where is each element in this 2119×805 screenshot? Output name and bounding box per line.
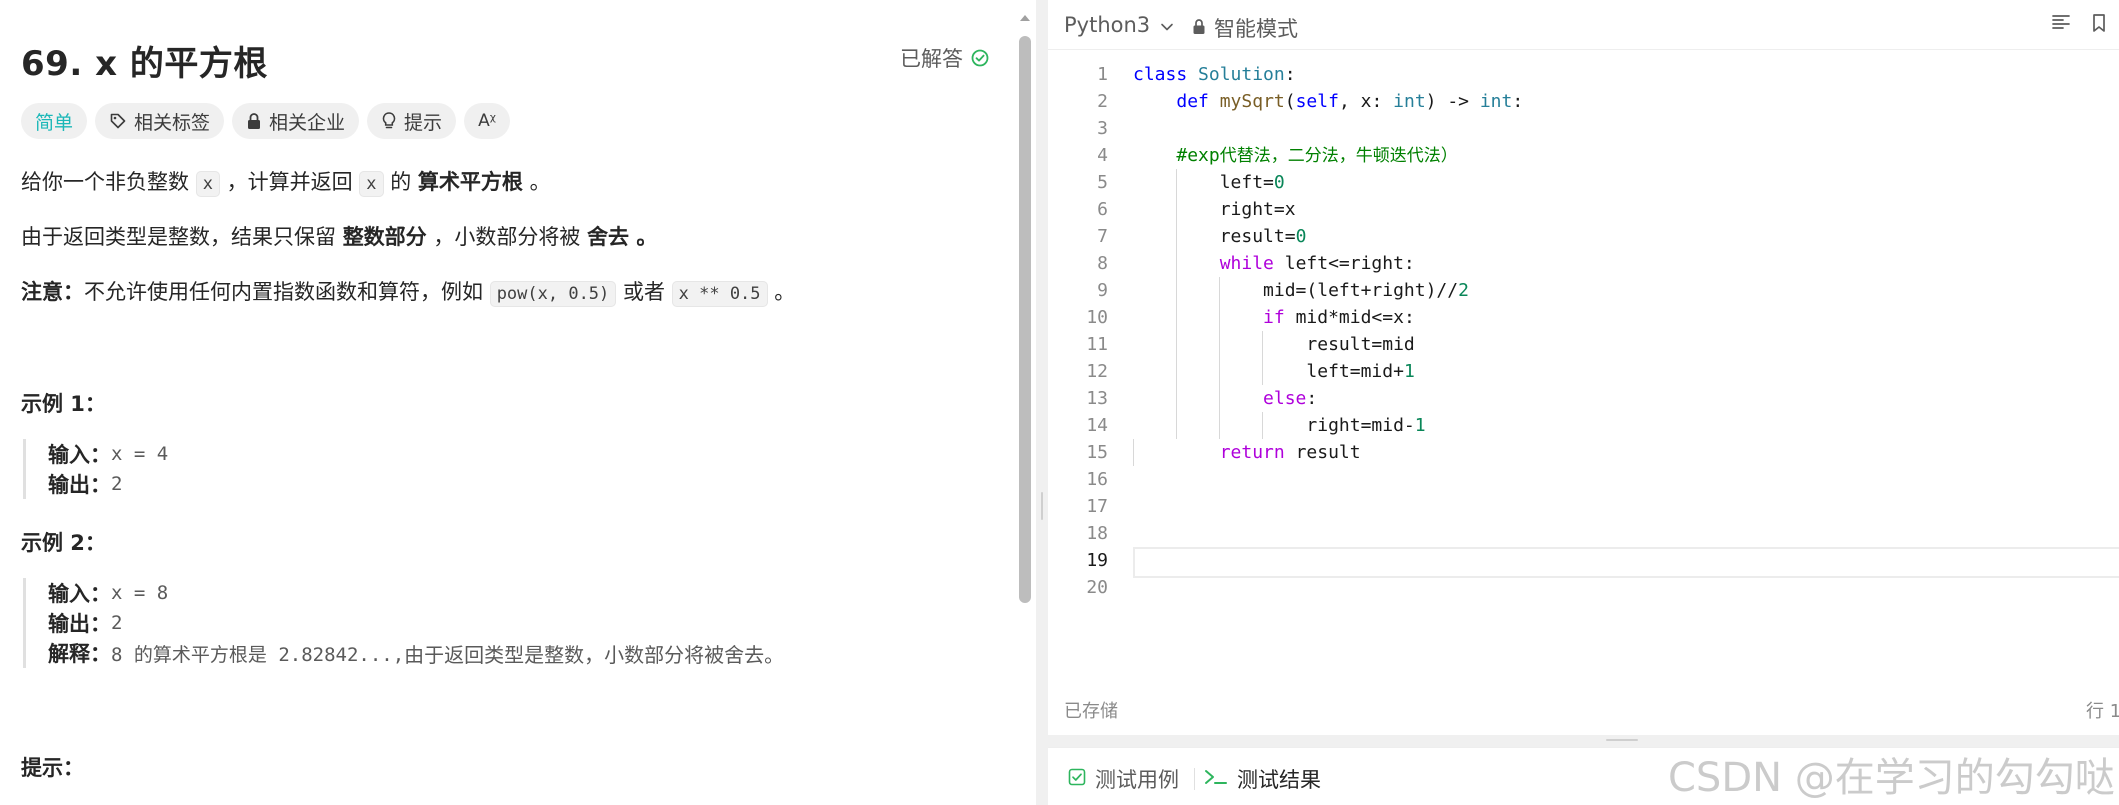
horizontal-splitter-grip[interactable] bbox=[1606, 739, 1638, 741]
editor-toolbar: Python3 智能模式 bbox=[1048, 0, 2119, 50]
related-companies-label: 相关企业 bbox=[269, 111, 346, 134]
description-line-1: 给你一个非负整数 x ，计算并返回 x 的 算术平方根 。 bbox=[21, 166, 551, 197]
hint-button[interactable]: 提示 bbox=[367, 103, 457, 139]
difficulty-label: 简单 bbox=[35, 111, 74, 134]
example-2-input: 输入： x = 8 bbox=[48, 582, 169, 606]
code-line[interactable]: 4 #exp代替法，二分法，牛顿迭代法） bbox=[1048, 142, 2119, 169]
desc1-text-b: ，计算并返回 bbox=[219, 170, 360, 194]
bookmark-icon[interactable] bbox=[2091, 13, 2107, 37]
translate-icon: Aᵡ bbox=[478, 111, 496, 131]
code-line[interactable]: 14 right=mid-1 bbox=[1048, 412, 2119, 439]
note-code-power: x ** 0.5 bbox=[671, 281, 768, 307]
code-line[interactable]: 20 bbox=[1048, 574, 2119, 601]
checkbox-icon bbox=[1068, 767, 1086, 791]
note-text-b: 或者 bbox=[616, 280, 672, 304]
example-1-heading: 示例 1： bbox=[21, 392, 106, 416]
scroll-up-arrow-icon[interactable] bbox=[1018, 10, 1032, 24]
desc2-bold-2: 舍去 。 bbox=[587, 225, 658, 249]
example-1-input: 输入： x = 4 bbox=[48, 443, 169, 467]
language-label: Python3 bbox=[1064, 13, 1151, 37]
panel-splitter[interactable] bbox=[1036, 0, 1048, 805]
desc1-text-d: 。 bbox=[522, 170, 551, 194]
problem-panel: 69. x 的平方根 已解答 简单 相关标签 相关企业 提示 Aᵡ 给你一个非负… bbox=[0, 0, 1022, 805]
code-line-current[interactable]: 19 bbox=[1048, 547, 2119, 578]
code-line[interactable]: 5 left=0 bbox=[1048, 169, 2119, 196]
desc1-bold: 算术平方根 bbox=[417, 170, 523, 194]
toolbar-actions bbox=[2051, 13, 2107, 37]
code-line[interactable]: 12 left=mid+1 bbox=[1048, 358, 2119, 385]
tag-bar: 简单 相关标签 相关企业 提示 Aᵡ bbox=[21, 103, 510, 139]
left-panel-scrollbar[interactable] bbox=[1019, 36, 1031, 603]
code-line[interactable]: 16 bbox=[1048, 466, 2119, 493]
code-line[interactable]: 6 right=x bbox=[1048, 196, 2119, 223]
example-1-block: 输入： x = 4 输出： 2 bbox=[23, 439, 168, 499]
code-line[interactable]: 8 while left<=right: bbox=[1048, 250, 2119, 277]
cursor-position: 行 1 bbox=[2086, 701, 2119, 722]
language-selector[interactable]: Python3 bbox=[1064, 13, 1174, 37]
example-1-output: 输出： 2 bbox=[48, 473, 123, 497]
watermark: CSDN @在学习的勾勾哒 bbox=[1668, 755, 2115, 801]
hints-heading: 提示： bbox=[21, 756, 84, 780]
check-circle-icon bbox=[971, 49, 989, 67]
save-status: 已存储 bbox=[1064, 701, 1118, 722]
desc2-bold-1: 整数部分 bbox=[342, 225, 427, 249]
desc1-text-c: 的 bbox=[383, 170, 418, 194]
code-line[interactable]: 1 class Solution: bbox=[1048, 61, 2119, 88]
lock-icon bbox=[1192, 16, 1206, 40]
format-lines-icon[interactable] bbox=[2051, 13, 2071, 37]
example-2-heading: 示例 2： bbox=[21, 531, 106, 555]
related-companies-button[interactable]: 相关企业 bbox=[232, 103, 360, 139]
tab-test-result[interactable]: 测试结果 bbox=[1204, 764, 1321, 794]
code-line[interactable]: 18 bbox=[1048, 520, 2119, 547]
code-line[interactable]: 17 bbox=[1048, 493, 2119, 520]
code-line[interactable]: 13 else: bbox=[1048, 385, 2119, 412]
smart-mode-toggle[interactable]: 智能模式 bbox=[1192, 13, 1298, 43]
code-line[interactable]: 7 result=0 bbox=[1048, 223, 2119, 250]
tab-separator bbox=[1194, 768, 1195, 790]
hint-label: 提示 bbox=[404, 111, 443, 134]
lock-icon bbox=[246, 112, 262, 130]
smart-mode-label: 智能模式 bbox=[1214, 17, 1298, 41]
desc1-text-a: 给你一个非负整数 bbox=[21, 170, 196, 194]
note-text-c: 。 bbox=[767, 280, 796, 304]
related-tags-label: 相关标签 bbox=[134, 111, 211, 134]
splitter-grip[interactable] bbox=[1041, 492, 1043, 520]
code-line[interactable]: 11 result=mid bbox=[1048, 331, 2119, 358]
note-text-a: 不允许使用任何内置指数函数和算符，例如 bbox=[84, 280, 490, 304]
code-line[interactable]: 10 if mid*mid<=x: bbox=[1048, 304, 2119, 331]
code-line[interactable]: 3 bbox=[1048, 115, 2119, 142]
related-tags-button[interactable]: 相关标签 bbox=[95, 103, 225, 139]
tab-test-cases[interactable]: 测试用例 bbox=[1068, 764, 1179, 794]
lightbulb-icon bbox=[381, 111, 397, 131]
example-2-explanation: 解释： 8 的算术平方根是 2.82842..., 由于返回类型是整数，小数部分将… bbox=[48, 642, 785, 667]
note-code-pow: pow(x, 0.5) bbox=[489, 281, 617, 307]
chevron-down-icon bbox=[1160, 13, 1174, 37]
tab-test-result-label: 测试结果 bbox=[1237, 768, 1321, 792]
desc2-text-b: ，小数部分将被 bbox=[426, 225, 588, 249]
code-editor-panel: Python3 智能模式 1 class Solution: 2 def mySq… bbox=[1048, 0, 2119, 735]
solved-label: 已解答 bbox=[900, 47, 963, 71]
terminal-icon bbox=[1204, 767, 1228, 791]
note-label: 注意： bbox=[21, 280, 84, 304]
code-line[interactable]: 9 mid=(left+right)//2 bbox=[1048, 277, 2119, 304]
desc1-code-x: x bbox=[195, 171, 220, 197]
problem-title: 69. x 的平方根 bbox=[21, 44, 268, 84]
tab-test-cases-label: 测试用例 bbox=[1095, 768, 1179, 792]
translate-button[interactable]: Aᵡ bbox=[464, 103, 510, 139]
description-line-2: 由于返回类型是整数，结果只保留 整数部分 ，小数部分将被 舍去 。 bbox=[21, 221, 657, 251]
desc2-text-a: 由于返回类型是整数，结果只保留 bbox=[21, 225, 343, 249]
difficulty-tag[interactable]: 简单 bbox=[21, 103, 88, 139]
description-note: 注意：不允许使用任何内置指数函数和算符，例如 pow(x, 0.5) 或者 x … bbox=[21, 276, 796, 307]
code-lines[interactable]: 1 class Solution: 2 def mySqrt(self, x: i… bbox=[1048, 61, 2119, 601]
code-line[interactable]: 15 return result bbox=[1048, 439, 2119, 466]
example-2-block: 输入： x = 8 输出： 2 解释： 8 的算术平方根是 2.82842..., 由… bbox=[23, 578, 784, 668]
example-2-output: 输出： 2 bbox=[48, 612, 123, 636]
solved-status: 已解答 bbox=[900, 43, 989, 73]
desc1-code-x2: x bbox=[359, 171, 384, 197]
code-line[interactable]: 2 def mySqrt(self, x: int) -> int: bbox=[1048, 88, 2119, 115]
tag-icon bbox=[109, 112, 127, 130]
